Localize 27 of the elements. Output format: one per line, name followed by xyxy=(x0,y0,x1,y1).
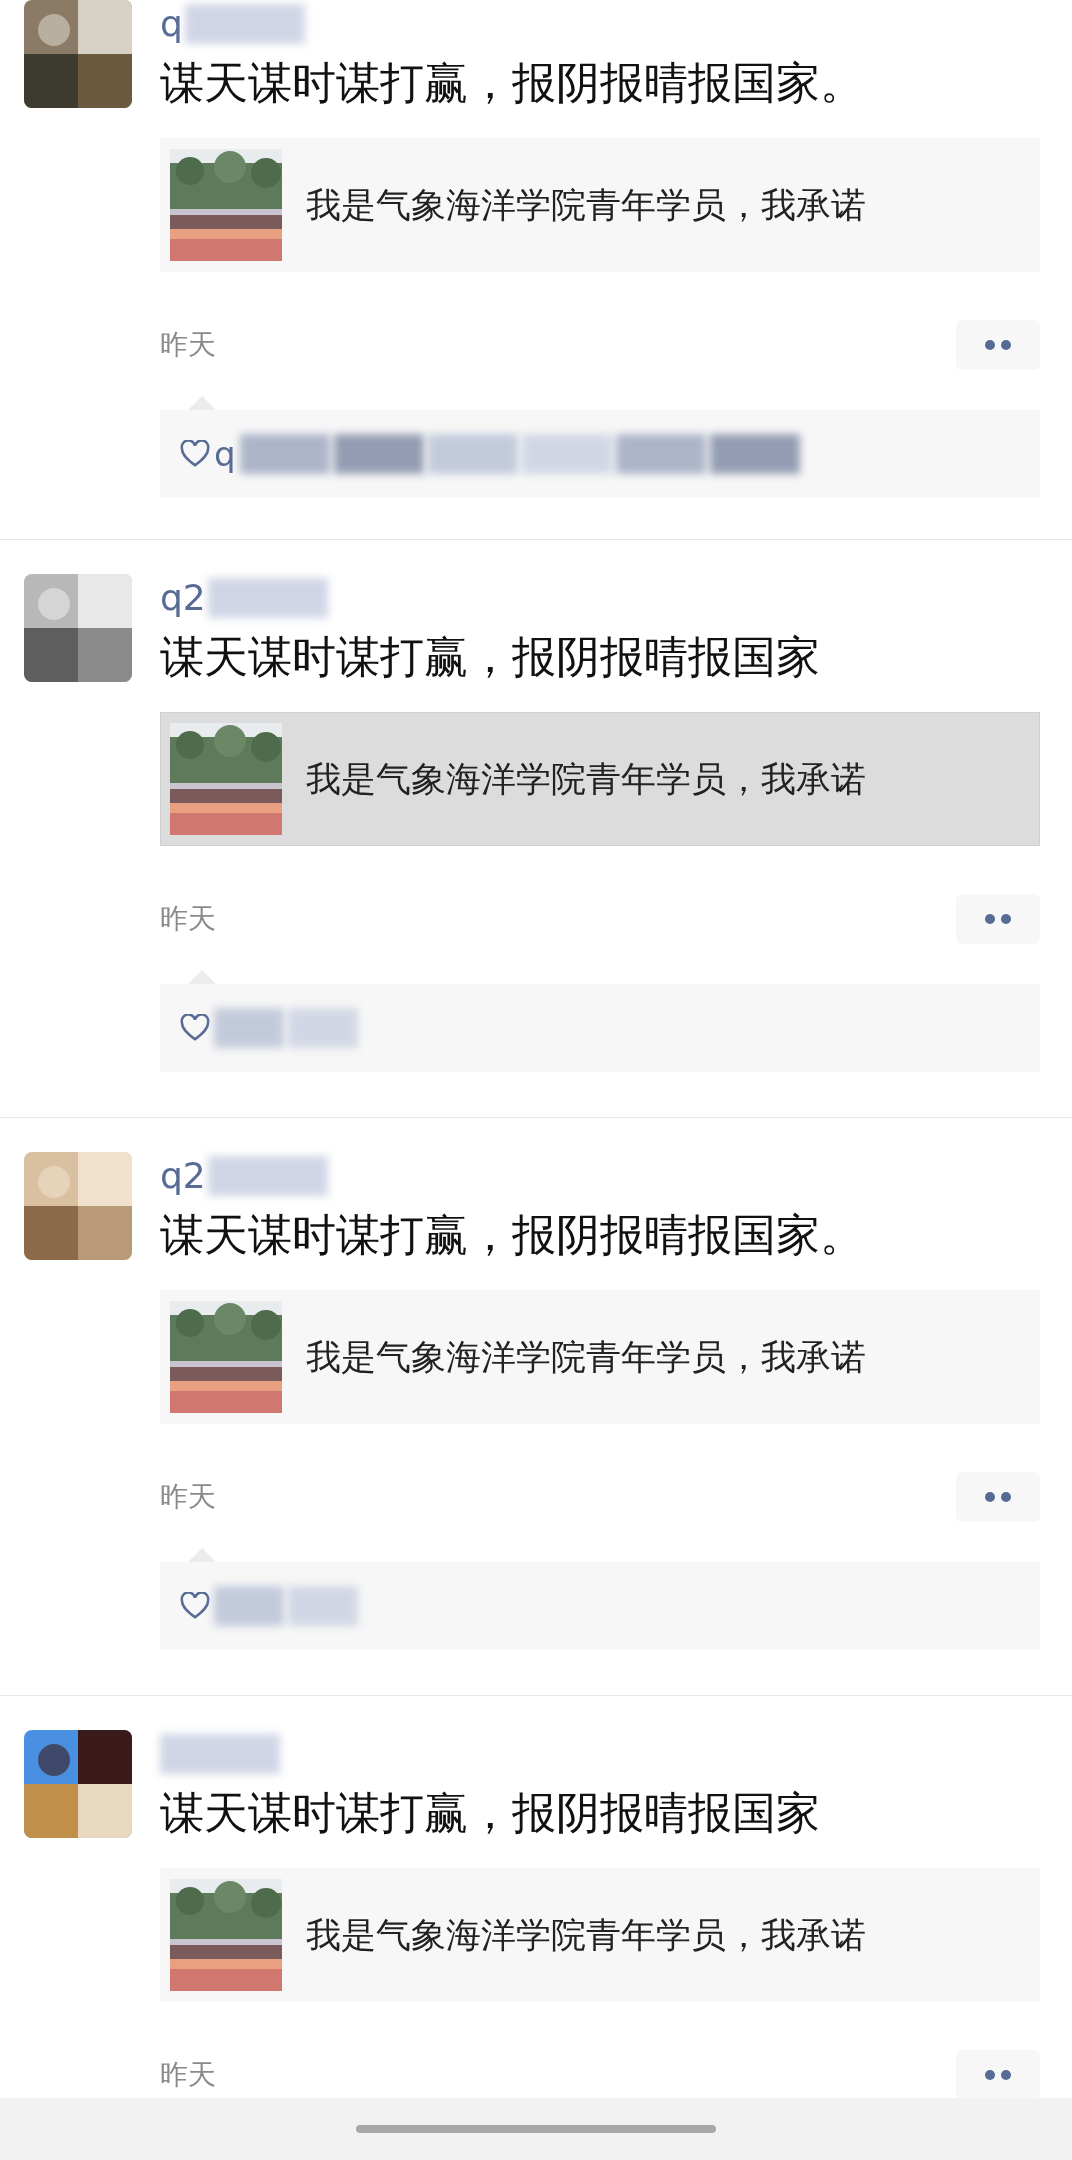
more-button[interactable] xyxy=(956,894,1040,944)
post-text: 谋天谋时谋打赢，报阴报晴报国家。 xyxy=(160,1208,865,1262)
dots-icon xyxy=(985,340,1011,350)
like-name[interactable]: q xyxy=(214,434,236,474)
post-text: 谋天谋时谋打赢，报阴报晴报国家。 xyxy=(160,56,865,110)
heart-icon xyxy=(180,440,210,468)
more-button[interactable] xyxy=(956,320,1040,370)
user-name[interactable]: q xyxy=(160,0,183,48)
heart-icon xyxy=(180,1014,210,1042)
user-name[interactable]: q2 xyxy=(160,574,206,622)
link-card[interactable]: 我是气象海洋学院青年学员，我承诺 xyxy=(160,1868,1040,2002)
heart-icon xyxy=(180,1592,210,1620)
dots-icon xyxy=(985,1492,1011,1502)
link-card[interactable]: 我是气象海洋学院青年学员，我承诺 xyxy=(160,1290,1040,1424)
dots-icon xyxy=(985,914,1011,924)
post-time: 昨天 xyxy=(160,901,216,937)
user-name[interactable]: q2 xyxy=(160,1152,206,1200)
more-button[interactable] xyxy=(956,2050,1040,2100)
post-text: 谋天谋时谋打赢，报阴报晴报国家 xyxy=(160,1786,821,1840)
post-time: 昨天 xyxy=(160,1479,216,1515)
post-time: 昨天 xyxy=(160,327,216,363)
dots-icon xyxy=(985,2070,1011,2080)
more-button[interactable] xyxy=(956,1472,1040,1522)
link-card[interactable]: 我是气象海洋学院青年学员，我承诺 xyxy=(160,138,1040,272)
post-time: 昨天 xyxy=(160,2057,216,2093)
post-text: 谋天谋时谋打赢，报阴报晴报国家 xyxy=(160,630,821,684)
link-card[interactable]: 我是气象海洋学院青年学员，我承诺 xyxy=(160,712,1040,846)
